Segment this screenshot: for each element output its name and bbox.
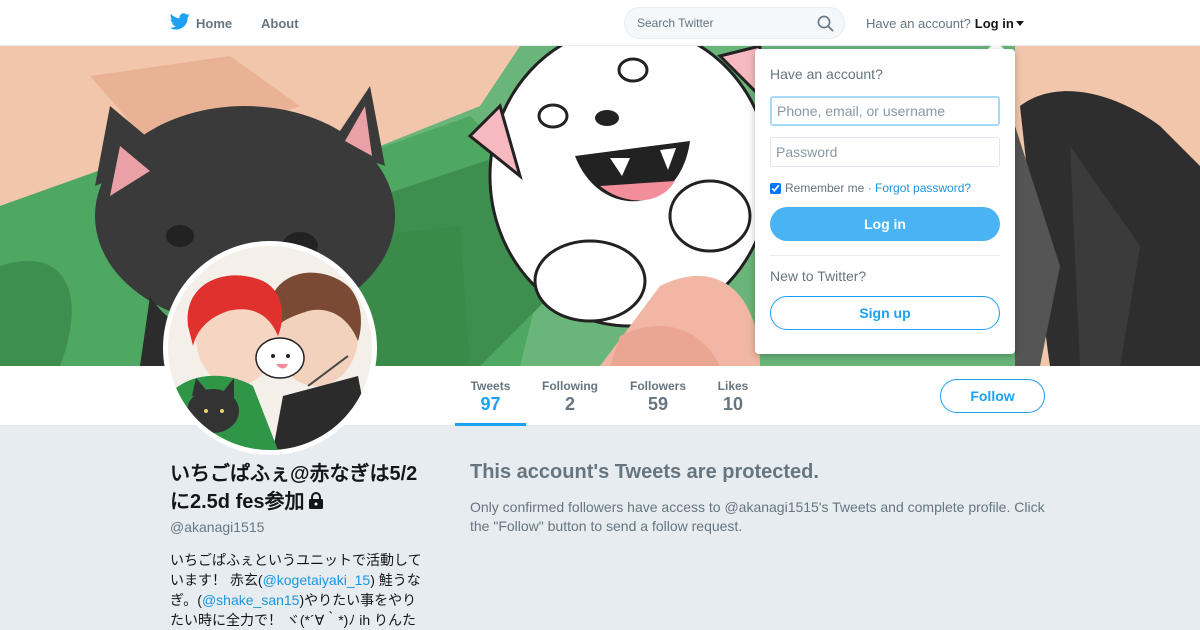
bio-mention-link[interactable]: @shake_san15 [202,592,300,608]
twitter-bird-icon [169,13,190,33]
profile-name-text: いちごぱふぇ@赤なぎは5/2に2.5d fes参加 [170,463,418,513]
remember-me-checkbox[interactable] [770,182,781,194]
nav-home-label: Home [196,15,233,31]
follow-button[interactable]: Follow [940,379,1045,413]
search-icon[interactable] [817,15,834,37]
login-dropdown-label: Log in [974,15,1014,31]
username-field[interactable] [770,96,1000,126]
login-dropdown-toggle[interactable]: Log in [975,16,1024,31]
profile-name: いちごぱふぇ@赤なぎは5/2に2.5d fes参加 [170,460,430,518]
stat-following-label: Following [542,379,598,393]
avatar[interactable] [163,241,377,455]
stat-tweets-label: Tweets [470,379,511,393]
dropdown-arrow [988,41,1004,49]
forgot-password-link[interactable]: Forgot password? [875,181,971,195]
dropdown-title: Have an account? [770,66,883,82]
new-to-twitter-text: New to Twitter? [770,268,867,284]
stat-tweets[interactable]: Tweets 97 [455,366,526,426]
login-dropdown: Have an account? Remember me · Forgot pa… [755,49,1015,354]
signup-button[interactable]: Sign up [770,296,1000,330]
nav-about-link[interactable]: About [261,0,299,46]
remember-row: Remember me · Forgot password? [770,181,1000,195]
login-menu: Have an account? Log in [866,0,1024,46]
nav-home-link[interactable]: Home [169,0,233,46]
divider [770,255,1000,256]
login-button[interactable]: Log in [770,207,1000,241]
profile-handle[interactable]: @akanagi1515 [170,519,264,535]
stat-likes-label: Likes [717,379,749,393]
stat-likes-value: 10 [722,394,744,414]
stat-likes[interactable]: Likes 10 [712,366,754,426]
stat-followers-value: 59 [647,394,669,414]
top-navigation: Home About Have an account? Log in [0,0,1200,46]
remember-me-label[interactable]: Remember me [785,181,864,195]
password-field[interactable] [770,137,1000,167]
protected-message: Only confirmed followers have access to … [470,499,1045,534]
search-input[interactable] [625,8,805,38]
profile-bio: いちごぱふぇというユニットで活動しています！ 赤玄(@kogetaiyaki_1… [170,550,428,630]
lock-icon [308,490,324,518]
bio-mention-link[interactable]: @kogetaiyaki_15 [263,572,371,588]
stat-following-value: 2 [564,394,575,414]
stat-following[interactable]: Following 2 [536,366,604,426]
chevron-down-icon [1015,21,1024,26]
stat-followers[interactable]: Followers 59 [624,366,692,426]
separator-dot: · [864,181,876,195]
have-account-text: Have an account? [866,15,971,31]
stat-followers-label: Followers [629,379,686,393]
protected-title: This account's Tweets are protected. [470,461,819,483]
search-box [624,7,845,39]
stat-tweets-value: 97 [480,394,501,414]
